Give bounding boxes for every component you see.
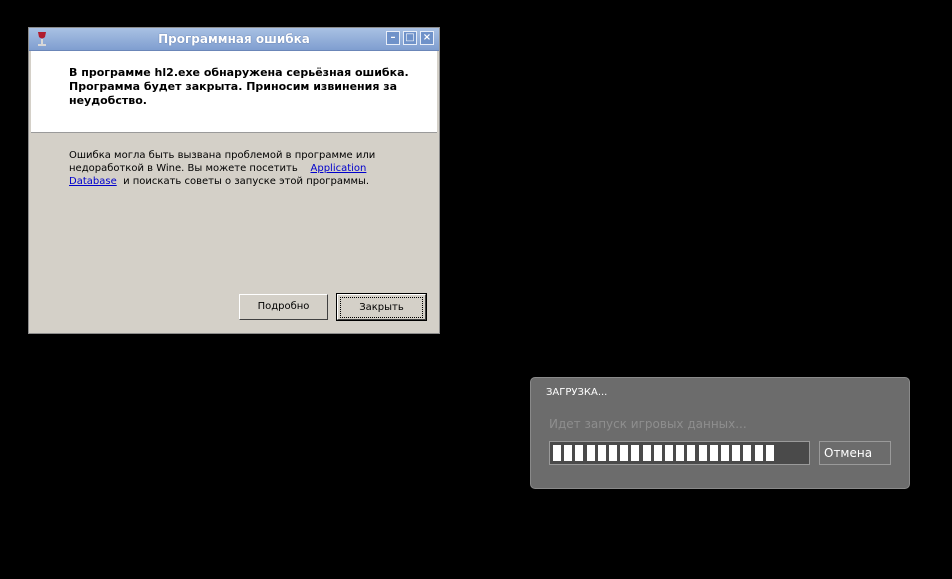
close-window-button[interactable]: × <box>420 31 434 45</box>
progress-segment <box>620 445 629 461</box>
progress-segment <box>687 445 696 461</box>
progress-segment <box>586 445 595 461</box>
close-button[interactable]: Закрыть <box>336 293 427 321</box>
progress-segment <box>709 445 718 461</box>
minimize-button[interactable]: – <box>386 31 400 45</box>
progress-segment <box>609 445 617 461</box>
progress-segment <box>631 445 640 461</box>
dialog-header: В программе hl2.exe обнаружена серьёзная… <box>31 51 437 133</box>
progress-segment <box>564 445 573 461</box>
progress-segment <box>765 445 774 461</box>
details-button[interactable]: Подробно <box>239 294 328 320</box>
loading-panel: ЗАГРУЗКА... Идет запуск игровых данных..… <box>530 377 910 489</box>
progress-segment <box>732 445 741 461</box>
app-database-link[interactable]: Application <box>311 163 367 174</box>
error-message: В программе hl2.exe обнаружена серьёзная… <box>69 66 409 107</box>
progress-segment <box>553 445 561 461</box>
progress-segment <box>676 445 685 461</box>
progress-segment <box>665 445 673 461</box>
maximize-button[interactable]: □ <box>403 31 417 45</box>
progress-segment <box>597 445 606 461</box>
error-dialog: Программная ошибка – □ × В программе hl2… <box>28 27 440 334</box>
progress-segment <box>575 445 584 461</box>
loading-title: ЗАГРУЗКА... <box>546 387 608 398</box>
cancel-button[interactable]: Отмена <box>819 441 891 465</box>
progress-segment <box>653 445 662 461</box>
progress-segment <box>754 445 763 461</box>
loading-status: Идет запуск игровых данных... <box>549 417 747 431</box>
progress-bar <box>549 441 810 465</box>
dialog-title: Программная ошибка <box>158 32 310 46</box>
app-database-link-cont[interactable]: Database <box>69 176 117 187</box>
error-explanation: Ошибка могла быть вызвана проблемой в пр… <box>69 150 376 187</box>
progress-segment <box>721 445 729 461</box>
progress-segment <box>698 445 707 461</box>
progress-segment <box>743 445 752 461</box>
progress-segment <box>642 445 651 461</box>
dialog-titlebar[interactable]: Программная ошибка – □ × <box>29 28 439 51</box>
